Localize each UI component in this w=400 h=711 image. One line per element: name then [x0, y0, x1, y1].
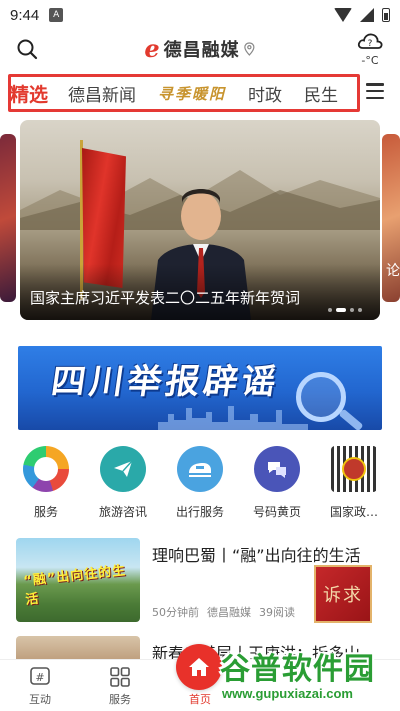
city-skyline — [158, 406, 308, 430]
cloud-icon: ? — [357, 33, 383, 49]
service-item[interactable]: 出行服务 — [168, 446, 232, 520]
tab-services[interactable]: 服务 — [80, 660, 160, 711]
service-item[interactable]: 号码黄页 — [245, 446, 309, 520]
wifi-icon — [334, 8, 352, 22]
status-time: 9:44 — [10, 6, 40, 24]
search-icon[interactable] — [16, 38, 38, 60]
app-logo: e 德昌融媒 — [144, 36, 255, 62]
tab-interact[interactable]: # 互动 — [0, 660, 80, 711]
tab-politics[interactable]: 时政 — [248, 81, 282, 106]
news-meta: 50分钟前 德昌融媒 39阅读 — [152, 604, 295, 620]
grid-icon — [110, 667, 130, 687]
service-label: 出行服务 — [175, 505, 224, 519]
emblem-qr-icon — [331, 446, 377, 492]
service-item[interactable]: 服务 — [14, 446, 78, 520]
carousel-next-peek[interactable]: 论 — [382, 134, 400, 302]
service-label: 国家政… — [329, 505, 378, 519]
logo-text: 德昌融媒 — [163, 40, 240, 61]
service-shortcuts: 服务 旅游咨讯 出行服务 号码黄页 国家政… — [0, 446, 400, 520]
headline-carousel[interactable]: 国家主席习近平发表二〇二五年新年贺词 论 — [0, 120, 400, 326]
train-icon — [177, 446, 223, 492]
ring-icon — [23, 446, 69, 492]
news-thumbnail: “融”出向往的生活 — [16, 538, 140, 622]
svg-text:#: # — [35, 671, 44, 684]
service-item[interactable]: 国家政… — [322, 446, 386, 520]
svg-text:?: ? — [368, 39, 373, 49]
carousel-prev-peek[interactable] — [0, 134, 16, 302]
news-source: 德昌融媒 — [207, 606, 251, 619]
next-peek-text: 论 — [386, 263, 400, 279]
location-icon — [244, 42, 255, 56]
weather-temp: -°C — [361, 54, 379, 67]
carousel-indicator — [328, 308, 362, 312]
banner-title: 四川举报辟谣 — [48, 362, 283, 402]
service-label: 号码黄页 — [252, 505, 301, 519]
signal-icon — [360, 8, 374, 22]
service-label: 旅游咨讯 — [98, 505, 147, 519]
carousel-slide[interactable]: 国家主席习近平发表二〇二五年新年贺词 — [20, 120, 380, 320]
service-item[interactable]: 旅游咨讯 — [91, 446, 155, 520]
news-time: 50分钟前 — [152, 606, 199, 619]
service-label: 服务 — [33, 505, 58, 519]
watermark-text: 谷普软件园 — [220, 652, 375, 687]
watermark-url: www.gupuxiazai.com — [222, 686, 353, 701]
tab-winter-sun[interactable]: 寻季暖阳 — [158, 83, 226, 104]
tab-dechang-news[interactable]: 德昌新闻 — [68, 81, 136, 106]
carousel-caption: 国家主席习近平发表二〇二五年新年贺词 — [30, 289, 301, 307]
tab-featured[interactable]: 精选 — [10, 80, 48, 107]
site-watermark: 谷普软件园 www.gupuxiazai.com — [220, 644, 400, 711]
tab-label: 服务 — [109, 693, 131, 706]
notification-icon: A — [49, 8, 64, 22]
battery-icon — [382, 8, 390, 22]
status-bar: 9:44 A — [0, 0, 400, 30]
logo-mark: e — [144, 34, 160, 63]
status-icons — [334, 8, 390, 22]
thumbnail-slogan: “融”出向往的生活 — [22, 563, 127, 608]
channel-menu-icon[interactable] — [366, 83, 384, 99]
chat-icon — [254, 446, 300, 492]
weather-widget[interactable]: ? -°C — [352, 30, 388, 67]
paper-plane-icon — [100, 446, 146, 492]
complaint-badge[interactable]: 诉求 — [314, 565, 372, 623]
home-icon[interactable] — [176, 644, 222, 690]
rumor-report-banner[interactable]: 四川举报辟谣 — [18, 346, 382, 430]
tab-label: 首页 — [189, 693, 211, 706]
news-reads: 39阅读 — [259, 606, 295, 619]
hash-icon: # — [30, 667, 50, 685]
tab-livelihood[interactable]: 民生 — [304, 81, 338, 106]
news-title: 理响巴蜀丨“融”出向往的生活 — [152, 546, 361, 565]
app-header: e 德昌融媒 ? -°C — [0, 30, 400, 70]
channel-tabs: 精选 德昌新闻 寻季暖阳 时政 民生 — [0, 70, 400, 116]
tab-label: 互动 — [29, 693, 51, 706]
